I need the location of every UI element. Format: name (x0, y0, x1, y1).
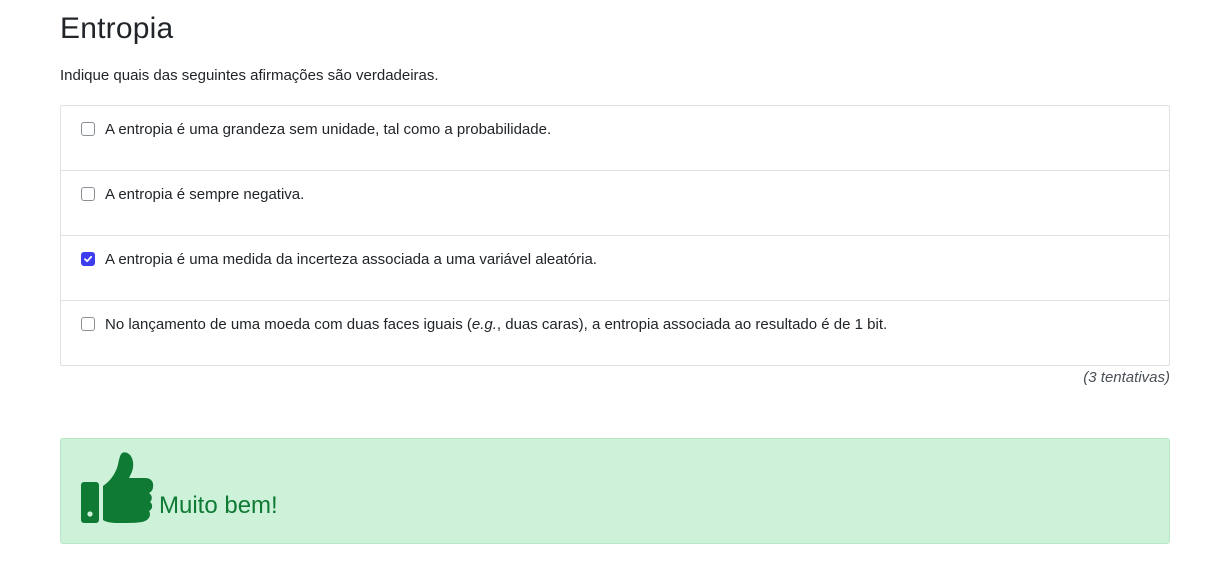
options-list: A entropia é uma grandeza sem unidade, t… (60, 105, 1170, 366)
option-1-label: A entropia é uma grandeza sem unidade, t… (105, 121, 552, 138)
option-4-label: No lançamento de uma moeda com duas face… (105, 316, 887, 333)
option-2-label: A entropia é sempre negativa. (105, 186, 305, 203)
feedback-box: Muito bem! (60, 438, 1170, 544)
thumbs-up-icon (81, 452, 154, 523)
option-1-checkbox[interactable] (81, 122, 95, 136)
option-2[interactable]: A entropia é sempre negativa. (61, 170, 1169, 235)
option-4-label-after: , duas caras), a entropia associada ao r… (496, 316, 888, 333)
option-3[interactable]: A entropia é uma medida da incerteza ass… (61, 235, 1169, 300)
feedback-message: Muito bem! (159, 492, 278, 519)
question-title: Entropia (60, 12, 174, 45)
option-4-label-emphasis: e.g. (471, 316, 497, 333)
attempts-counter: (3 tentativas) (1083, 369, 1170, 386)
option-3-label: A entropia é uma medida da incerteza ass… (105, 251, 597, 268)
checkmark-icon (84, 255, 93, 263)
option-1[interactable]: A entropia é uma grandeza sem unidade, t… (61, 106, 1169, 170)
question-prompt: Indique quais das seguintes afirmações s… (60, 67, 439, 84)
option-2-checkbox[interactable] (81, 187, 95, 201)
option-4-label-before: No lançamento de uma moeda com duas face… (105, 316, 472, 333)
option-4-checkbox[interactable] (81, 317, 95, 331)
option-4[interactable]: No lançamento de uma moeda com duas face… (61, 300, 1169, 365)
option-3-checkbox[interactable] (81, 252, 95, 266)
